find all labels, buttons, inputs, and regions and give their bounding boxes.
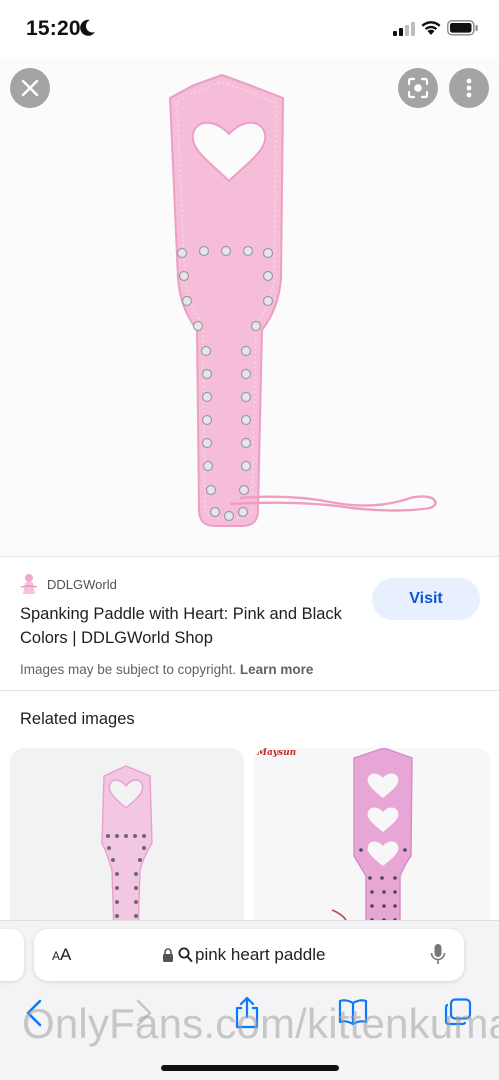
source-row[interactable]: DDLGWorld (20, 573, 117, 595)
related-paddle-image (101, 765, 153, 933)
watermark-text: OnlyFans.com/kittenkuma (22, 1000, 499, 1047)
related-image-card[interactable] (10, 748, 244, 933)
result-title[interactable]: Spanking Paddle with Heart: Pink and Bla… (20, 602, 350, 650)
related-image-card[interactable]: Maysun (254, 748, 490, 933)
more-vert-icon (466, 78, 472, 98)
aa-large-label: A (60, 945, 72, 964)
copyright-text: Images may be subject to copyright. (20, 662, 237, 677)
related-images-heading: Related images (20, 710, 135, 728)
more-options-button[interactable] (449, 68, 489, 108)
pink-heart-paddle-image (0, 58, 499, 556)
divider (0, 556, 499, 557)
home-indicator (161, 1065, 339, 1071)
google-lens-icon (407, 77, 429, 99)
previous-tab-preview[interactable] (0, 929, 24, 981)
close-icon (21, 79, 39, 97)
battery-icon (447, 20, 478, 36)
divider (0, 690, 499, 691)
ddlgworld-logo-icon (20, 574, 38, 594)
related-three-heart-paddle-image (331, 748, 413, 933)
close-button[interactable] (10, 68, 50, 108)
image-preview[interactable] (0, 58, 499, 556)
learn-more-link[interactable]: Learn more (240, 662, 314, 677)
wifi-icon (421, 21, 441, 35)
status-bar: 15:20 (0, 0, 499, 58)
focus-moon-icon (80, 19, 95, 36)
status-time: 15:20 (26, 17, 81, 40)
source-name: DDLGWorld (47, 576, 117, 592)
aa-small-label: A (52, 949, 61, 963)
lock-icon (163, 948, 173, 962)
copyright-notice: Images may be subject to copyright. Lear… (20, 662, 313, 677)
search-icon (178, 947, 193, 962)
microphone-icon[interactable] (430, 943, 446, 967)
visit-button[interactable]: Visit (372, 578, 480, 620)
google-lens-button[interactable] (398, 68, 438, 108)
address-text[interactable]: pink heart paddle (195, 945, 325, 965)
page-settings-button[interactable]: AA (52, 945, 71, 965)
cellular-signal-icon (393, 22, 415, 36)
